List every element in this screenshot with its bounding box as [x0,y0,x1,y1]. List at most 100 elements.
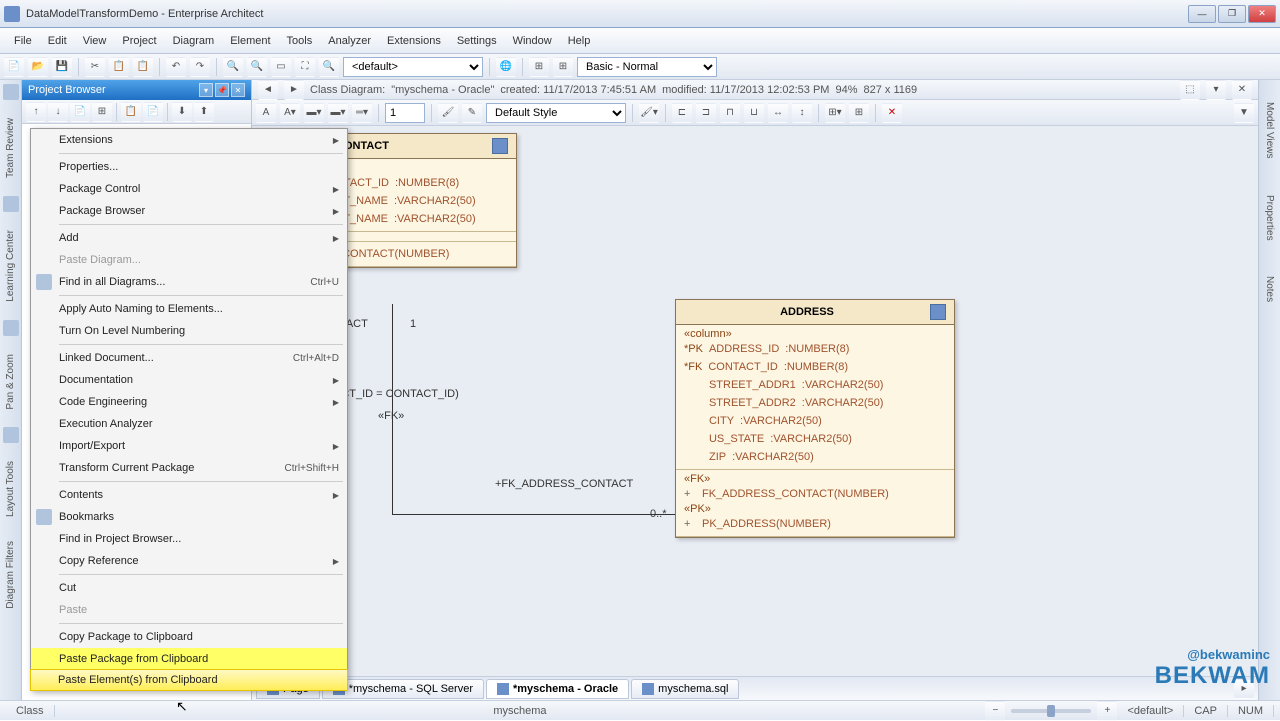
menu-edit[interactable]: Edit [40,31,75,51]
cm-item-paste[interactable]: Paste [31,599,347,621]
page-button[interactable]: ▭ [271,57,291,77]
browser-up-button[interactable]: ↑ [26,102,46,122]
zoom-slider[interactable] [1011,709,1091,713]
cm-item-package-browser[interactable]: Package Browser▶ [31,200,347,222]
minimize-button[interactable]: — [1188,5,1216,23]
rail-layout[interactable]: Layout Tools [3,455,18,523]
rail-icon[interactable] [3,196,19,212]
filter-button[interactable]: ▼ [1234,103,1254,123]
menu-file[interactable]: File [6,31,40,51]
cm-item-copy-package-to-clipboard[interactable]: Copy Package to Clipboard [31,626,347,648]
rail-model-views[interactable]: Model Views [1262,96,1277,165]
menu-diagram[interactable]: Diagram [165,31,223,51]
open-button[interactable]: 📂 [28,57,48,77]
cm-item-documentation[interactable]: Documentation▶ [31,369,347,391]
cm-item-contents[interactable]: Contents▶ [31,484,347,506]
search-button[interactable]: 🔍 [319,57,339,77]
paste-button[interactable]: 📋 [133,57,153,77]
browser-copy-button[interactable]: 📋 [121,102,141,122]
browser-dl-button[interactable]: ⬇ [172,102,192,122]
menu-analyzer[interactable]: Analyzer [320,31,379,51]
space-button[interactable]: ⊞▾ [825,103,845,123]
tab-oracle[interactable]: *myschema - Oracle [486,679,629,699]
rail-filters[interactable]: Diagram Filters [3,535,18,615]
browser-doc-button[interactable]: 📄 [143,102,163,122]
cm-item-code-engineering[interactable]: Code Engineering▶ [31,391,347,413]
zoom-in-status[interactable]: + [1097,701,1117,721]
edit-button[interactable]: ✎ [462,103,482,123]
menu-project[interactable]: Project [114,31,164,51]
font-button[interactable]: A [256,103,276,123]
browser-dropdown-button[interactable]: ▾ [199,83,213,97]
browser-new-button[interactable]: 📄 [70,102,90,122]
menu-window[interactable]: Window [505,31,560,51]
rail-icon[interactable] [3,427,19,443]
style-combo[interactable]: Basic - Normal [577,57,717,77]
rail-learning[interactable]: Learning Center [3,224,18,308]
cm-item-find-in-all-diagrams[interactable]: Find in all Diagrams...Ctrl+U [31,271,347,293]
menu-view[interactable]: View [75,31,115,51]
menu-element[interactable]: Element [222,31,278,51]
cm-item-paste-diagram[interactable]: Paste Diagram... [31,249,347,271]
delete-button[interactable]: ✕ [882,103,902,123]
cm-item-properties[interactable]: Properties... [31,156,347,178]
nav-fwd-button[interactable]: ► [284,80,304,100]
menu-extensions[interactable]: Extensions [379,31,449,51]
style-apply-button[interactable]: 🖌▾ [639,103,659,123]
save-button[interactable]: 💾 [52,57,72,77]
globe-button[interactable]: 🌐 [496,57,516,77]
cm-item-turn-on-level-numbering[interactable]: Turn On Level Numbering [31,320,347,342]
cm-item-transform-current-package[interactable]: Transform Current PackageCtrl+Shift+H [31,457,347,479]
menu-tools[interactable]: Tools [279,31,321,51]
cm-item-paste-element-s-from-clipboard[interactable]: Paste Element(s) from Clipboard [30,669,348,691]
browser-ul-button[interactable]: ⬆ [194,102,214,122]
zoom-out-status[interactable]: − [985,701,1005,721]
copy-button[interactable]: 📋 [109,57,129,77]
cm-item-package-control[interactable]: Package Control▶ [31,178,347,200]
cm-item-cut[interactable]: Cut [31,577,347,599]
new-button[interactable]: 📄 [4,57,24,77]
relation-line[interactable] [392,304,393,514]
grid-button[interactable]: ⊞ [849,103,869,123]
cm-item-linked-document[interactable]: Linked Document...Ctrl+Alt+D [31,347,347,369]
diagram-area[interactable]: CONTACT » NTACT_ID:NUMBER(8) ST_NAME:VAR… [252,126,1258,676]
cm-item-import-export[interactable]: Import/Export▶ [31,435,347,457]
zoom-in-button[interactable]: 🔍 [223,57,243,77]
align-right-button[interactable]: ⊐ [696,103,716,123]
cm-item-find-in-project-browser[interactable]: Find in Project Browser... [31,528,347,550]
undo-button[interactable]: ↶ [166,57,186,77]
cm-item-add[interactable]: Add▶ [31,227,347,249]
expand-icon[interactable]: + [684,485,696,503]
browser-pin-button[interactable]: 📌 [215,83,229,97]
cm-item-apply-auto-naming-to-elements[interactable]: Apply Auto Naming to Elements... [31,298,347,320]
layout-button[interactable]: ⊞ [553,57,573,77]
expand-icon[interactable]: + [684,515,696,533]
entity-address[interactable]: ADDRESS «column» *PKADDRESS_ID:NUMBER(8)… [675,299,955,538]
close-button[interactable]: ✕ [1248,5,1276,23]
cm-item-paste-package-from-clipboard[interactable]: Paste Package from Clipboard [31,648,347,670]
canvas-close-button[interactable]: ✕ [1232,80,1252,100]
same-height-button[interactable]: ↕ [792,103,812,123]
cm-item-copy-reference[interactable]: Copy Reference▶ [31,550,347,572]
nav-back-button[interactable]: ◄ [258,80,278,100]
menu-settings[interactable]: Settings [449,31,505,51]
brush-button[interactable]: 🖌 [438,103,458,123]
cm-item-bookmarks[interactable]: Bookmarks [31,506,347,528]
thick-button[interactable]: ═▾ [352,103,372,123]
align-bottom-button[interactable]: ⊔ [744,103,764,123]
canvas-up-button[interactable]: ⬚ [1180,80,1200,100]
rail-pan-zoom[interactable]: Pan & Zoom [3,348,18,416]
same-width-button[interactable]: ↔ [768,103,788,123]
maximize-button[interactable]: ❐ [1218,5,1246,23]
rail-icon[interactable] [3,84,19,100]
zoom-out-button[interactable]: 🔍 [247,57,267,77]
rail-properties[interactable]: Properties [1262,189,1277,247]
canvas-down-button[interactable]: ▾ [1206,80,1226,100]
rail-team-review[interactable]: Team Review [3,112,18,184]
align-left-button[interactable]: ⊏ [672,103,692,123]
line-button[interactable]: ▬▾ [328,103,348,123]
default-combo[interactable]: <default> [343,57,483,77]
relation-line[interactable] [392,514,675,515]
entity-contact[interactable]: CONTACT » NTACT_ID:NUMBER(8) ST_NAME:VAR… [327,133,517,268]
cm-item-extensions[interactable]: Extensions▶ [31,129,347,151]
